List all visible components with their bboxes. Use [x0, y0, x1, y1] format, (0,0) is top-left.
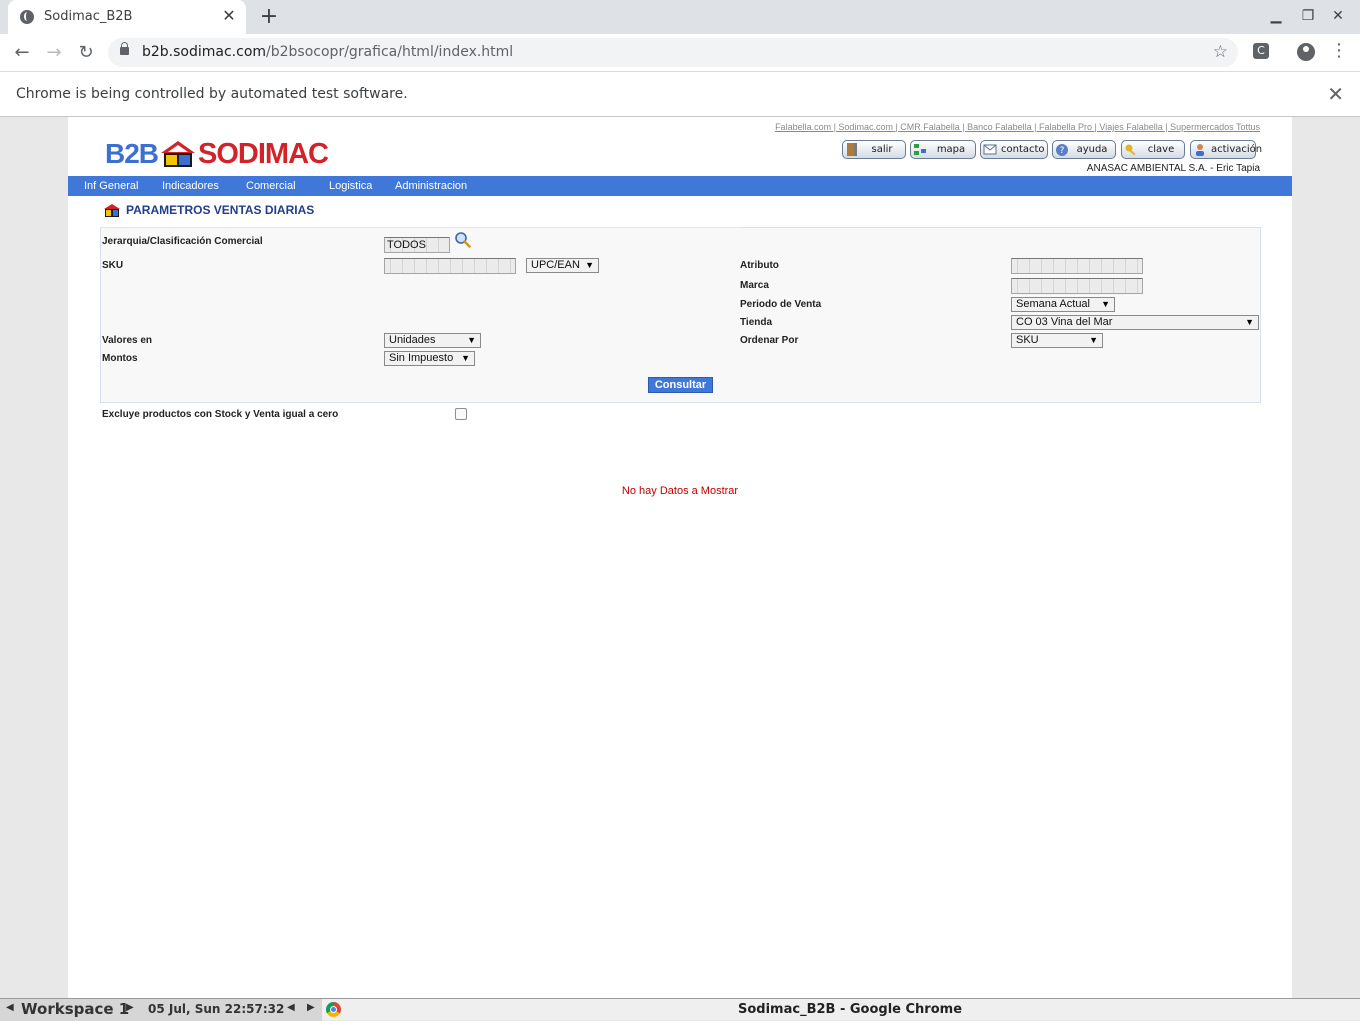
tab-title: Sodimac_B2B [44, 9, 133, 24]
header-buttons: salir mapa contacto ? ayuda clave activa… [842, 140, 1262, 159]
dropdown-arrow-icon: ▼ [1089, 335, 1098, 345]
nav-item-indicadores[interactable]: Indicadores [162, 180, 219, 192]
section-title: PARAMETROS VENTAS DIARIAS [103, 202, 314, 218]
sitemap-icon [914, 144, 926, 155]
ordenar-label: Ordenar Por [740, 335, 799, 346]
extension-icon[interactable]: C [1253, 43, 1269, 59]
new-tab-button[interactable]: + [258, 6, 280, 28]
ordenar-select[interactable]: SKU ▼ [1011, 333, 1103, 348]
jerarquia-field[interactable]: TODOS [384, 237, 450, 253]
forward-arrow-icon[interactable]: → [42, 41, 66, 65]
dropdown-arrow-icon: ▼ [1245, 317, 1254, 327]
workspace-next-icon[interactable]: ▶ [126, 1002, 134, 1013]
atributo-label: Atributo [740, 260, 779, 271]
jerarquia-label: Jerarquia/Clasificación Comercial [102, 236, 263, 247]
montos-select[interactable]: Sin Impuesto ▼ [384, 351, 475, 366]
door-exit-icon [847, 143, 857, 156]
kebab-menu-icon[interactable]: ⋮ [1330, 40, 1348, 61]
sodimac-house-icon [161, 141, 196, 167]
infobar-close-icon[interactable]: ✕ [1327, 82, 1344, 106]
window-close-icon[interactable]: ✕ [1328, 8, 1348, 24]
task-prev-icon[interactable]: ◀ [287, 1002, 295, 1013]
url-text: b2b.sodimac.com/b2bsocopr/grafica/html/i… [142, 44, 514, 60]
contacto-button[interactable]: contacto [980, 140, 1048, 159]
chrome-icon [326, 1002, 341, 1017]
panel-divider [100, 227, 739, 228]
task-next-icon[interactable]: ▶ [307, 1002, 315, 1013]
b2b-sodimac-logo[interactable]: B2B SODIMAC [105, 138, 329, 170]
clock: 05 Jul, Sun 22:57:32 [148, 1002, 285, 1016]
partner-links[interactable]: Falabella.com | Sodimac.com | CMR Falabe… [775, 122, 1260, 132]
ayuda-button[interactable]: ? ayuda [1052, 140, 1116, 159]
os-taskbar: ◀ Workspace 1 ▶ 05 Jul, Sun 22:57:32 ◀ ▶… [0, 998, 1360, 1021]
excluye-checkbox[interactable] [455, 408, 467, 420]
restore-icon[interactable]: ❐ [1298, 8, 1318, 24]
workspace-prev-icon[interactable]: ◀ [6, 1002, 14, 1013]
salir-button[interactable]: salir [842, 140, 906, 159]
sku-label: SKU [102, 260, 124, 271]
browser-tab[interactable]: Sodimac_B2B ✕ [8, 0, 246, 34]
automation-infobar: Chrome is being controlled by automated … [0, 71, 1360, 117]
key-icon [1125, 144, 1136, 156]
no-data-message: No hay Datos a Mostrar [621, 485, 739, 497]
dropdown-arrow-icon: ▼ [467, 335, 476, 345]
profile-avatar-icon[interactable] [1297, 43, 1315, 61]
mapa-button[interactable]: mapa [910, 140, 976, 159]
workspace-label[interactable]: Workspace 1 [21, 1000, 129, 1018]
valores-label: Valores en [102, 335, 153, 346]
dropdown-arrow-icon: ▼ [585, 260, 594, 270]
valores-select[interactable]: Unidades ▼ [384, 333, 481, 348]
tienda-label: Tienda [740, 317, 773, 328]
page-body: Falabella.com | Sodimac.com | CMR Falabe… [68, 117, 1292, 998]
sku-type-select[interactable]: UPC/EAN ▼ [526, 258, 599, 273]
lock-icon [120, 42, 129, 55]
search-icon[interactable] [454, 231, 471, 248]
activacion-button[interactable]: activación [1190, 140, 1262, 159]
company-user-label: ANASAC AMBIENTAL S.A. - Eric Tapia [1086, 163, 1260, 174]
user-activation-icon [1196, 144, 1204, 156]
nav-item-inf-general[interactable]: Inf General [84, 180, 138, 192]
house-icon [104, 204, 120, 217]
page-viewport: Falabella.com | Sodimac.com | CMR Falabe… [0, 117, 1360, 998]
nav-item-comercial[interactable]: Comercial [246, 180, 296, 192]
back-arrow-icon[interactable]: ← [10, 41, 34, 65]
atributo-input[interactable] [1011, 258, 1143, 274]
nav-item-logistica[interactable]: Logistica [329, 180, 372, 192]
sku-input[interactable] [384, 258, 516, 274]
clave-button[interactable]: clave [1121, 140, 1185, 159]
address-bar[interactable]: b2b.sodimac.com/b2bsocopr/grafica/html/i… [108, 38, 1238, 67]
nav-item-administracion[interactable]: Administracion [395, 180, 467, 192]
globe-icon [20, 10, 34, 24]
tab-close-icon[interactable]: ✕ [220, 7, 238, 25]
bookmark-star-icon[interactable]: ☆ [1213, 42, 1228, 62]
main-nav: Inf General Indicadores Comercial Logist… [68, 176, 1292, 196]
infobar-message: Chrome is being controlled by automated … [16, 86, 408, 102]
periodo-label: Periodo de Venta [740, 299, 822, 310]
active-window-title[interactable]: Sodimac_B2B - Google Chrome [340, 1002, 1360, 1017]
montos-label: Montos [102, 353, 138, 364]
help-icon: ? [1056, 144, 1068, 156]
browser-tab-strip: Sodimac_B2B ✕ + ▁ ❐ ✕ [0, 0, 1360, 34]
svg-text:?: ? [1060, 146, 1065, 156]
browser-toolbar: ← → ↻ b2b.sodimac.com/b2bsocopr/grafica/… [0, 34, 1360, 71]
marca-label: Marca [740, 280, 769, 291]
dropdown-arrow-icon: ▼ [1101, 299, 1110, 309]
minimize-icon[interactable]: ▁ [1266, 8, 1286, 24]
envelope-icon [983, 144, 997, 155]
marca-input[interactable] [1011, 278, 1143, 294]
excluye-label: Excluye productos con Stock y Venta igua… [102, 409, 339, 420]
tienda-select[interactable]: CO 03 Vina del Mar ▼ [1011, 315, 1259, 330]
dropdown-arrow-icon: ▼ [461, 353, 470, 363]
workspace-panel: ◀ Workspace 1 ▶ 05 Jul, Sun 22:57:32 ◀ ▶ [0, 999, 322, 1021]
consultar-button[interactable]: Consultar [648, 377, 713, 393]
periodo-select[interactable]: Semana Actual ▼ [1011, 297, 1115, 312]
reload-icon[interactable]: ↻ [74, 41, 98, 65]
